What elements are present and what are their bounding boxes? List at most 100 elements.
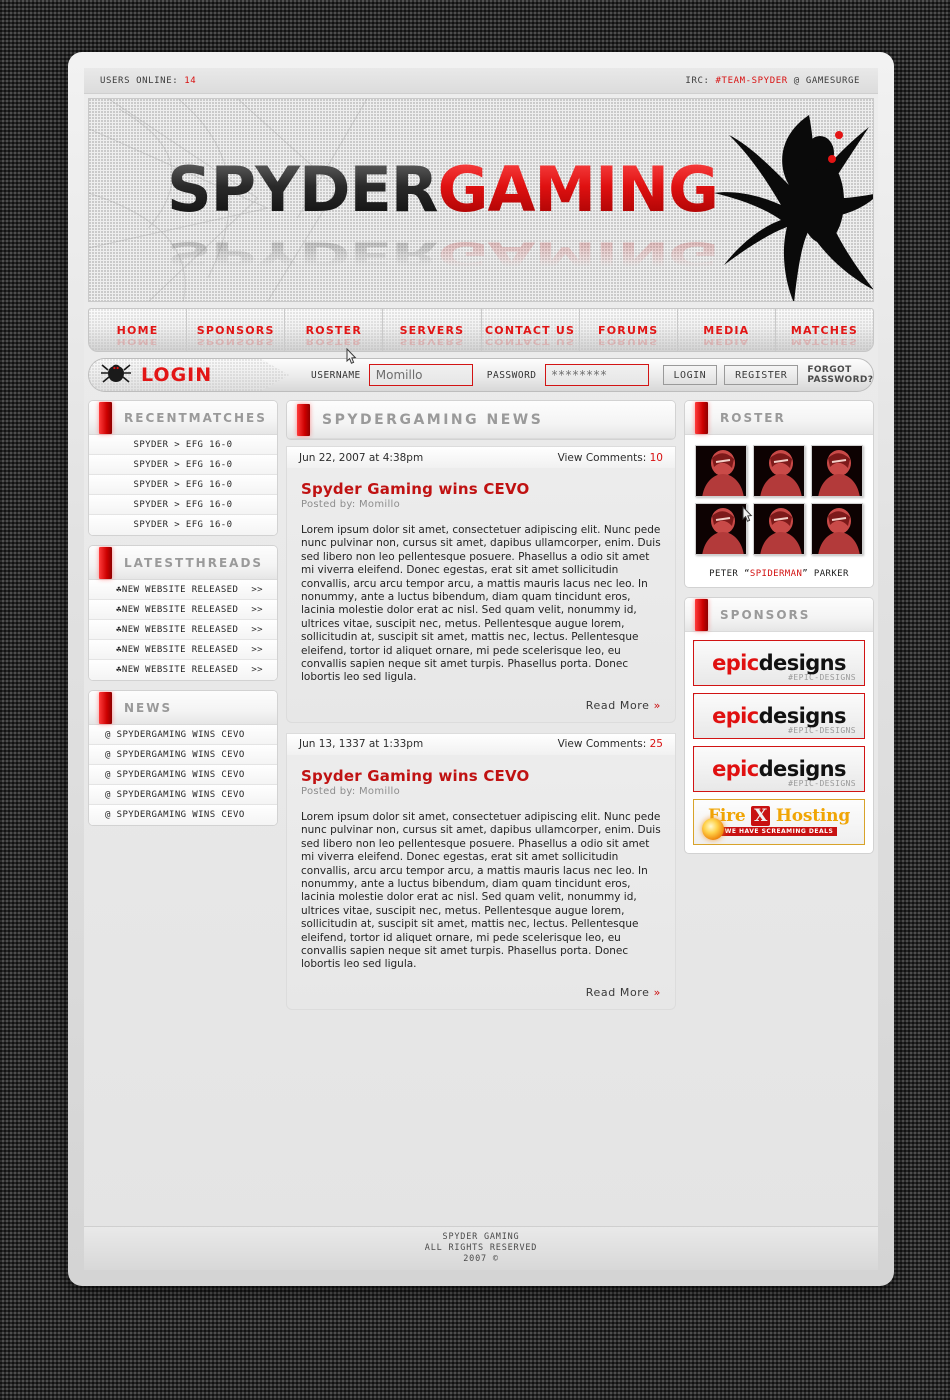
article-comments[interactable]: View Comments: 25	[558, 738, 663, 750]
red-bar-icon	[99, 546, 112, 579]
red-bar-icon	[99, 691, 112, 724]
article-comments[interactable]: View Comments: 10	[558, 452, 663, 464]
roster-avatar[interactable]	[811, 445, 863, 497]
chevron-double-right-icon: »	[653, 985, 661, 999]
spider-icon	[101, 364, 131, 383]
roster-avatar[interactable]	[695, 445, 747, 497]
nav-item-sponsors[interactable]: SPONSORS SPONSORS	[187, 309, 286, 351]
sponsor-logo-epic: epic	[712, 704, 759, 728]
login-button[interactable]: LOGIN	[662, 365, 718, 385]
list-item[interactable]: @ SPYDERGAMING WINS CEVO	[89, 765, 277, 785]
recent-matches-panel: RECENTMATCHES SPYDER > EFG 16-0 SPYDER >…	[88, 400, 278, 536]
site-footer: SPYDER GAMING ALL RIGHTS RESERVED 2007 ©	[84, 1226, 878, 1270]
sponsor-tagline: WE HAVE SCREAMING DEALS	[720, 827, 838, 836]
list-item[interactable]: SPYDER > EFG 16-0	[89, 435, 277, 455]
footer-line-2: ALL RIGHTS RESERVED	[424, 1243, 538, 1253]
red-bar-icon	[695, 401, 708, 434]
roster-avatar[interactable]	[695, 503, 747, 555]
sponsor-logo-x: X	[751, 806, 771, 826]
username-input[interactable]	[368, 364, 473, 386]
news-header: SPYDERGAMING NEWS	[287, 401, 675, 439]
read-more-link[interactable]: Read More »	[301, 986, 661, 999]
player-portrait	[812, 504, 862, 554]
nav-reflection-servers: SERVERS	[399, 336, 465, 347]
list-item[interactable]: @ SPYDERGAMING WINS CEVO	[89, 725, 277, 745]
username-label: USERNAME	[311, 369, 361, 381]
irc-label: IRC:	[685, 76, 710, 86]
article-date: Jun 22, 2007 at 4:38pm	[299, 451, 424, 464]
roster-panel: ROSTER PETER “SPIDERMAN” PARKER	[684, 400, 874, 588]
chevron-right-icon: >>	[251, 584, 263, 595]
forgot-password-link[interactable]: FORGOT PASSWORD?	[807, 365, 873, 385]
article-body: Spyder Gaming wins CEVO Posted by: Momil…	[286, 754, 676, 1010]
article-author: Posted by: Momillo	[301, 499, 401, 510]
list-item[interactable]: @ SPYDERGAMING WINS CEVO	[89, 805, 277, 825]
list-item[interactable]: ☘NEW WEBSITE RELEASED >>	[89, 600, 277, 620]
nav-item-contact-us[interactable]: CONTACT US CONTACT US	[482, 309, 580, 351]
list-item[interactable]: @ SPYDERGAMING WINS CEVO	[89, 785, 277, 805]
logo-reflection: SPYDERGAMING	[167, 234, 718, 274]
nav-item-matches[interactable]: MATCHES MATCHES	[776, 309, 873, 351]
news-panel-header: SPYDERGAMING NEWS	[286, 400, 676, 440]
news-list-title: NEWS	[124, 700, 173, 715]
sponsors-title: SPONSORS	[720, 607, 811, 622]
nav-item-forums[interactable]: FORUMS FORUMS	[580, 309, 678, 351]
nav-item-home[interactable]: HOME HOME	[89, 309, 188, 351]
irc-info: IRC: #TEAM-SPYDER @ GAMESURGE	[685, 76, 860, 86]
nav-item-roster[interactable]: ROSTER ROSTER	[285, 309, 384, 351]
read-more-link[interactable]: Read More »	[301, 699, 661, 712]
nav-item-media[interactable]: MEDIA MEDIA	[678, 309, 776, 351]
sponsor-banner-firexhosting[interactable]: Fire X Hosting WE HAVE SCREAMING DEALS	[693, 799, 865, 845]
news-list: @ SPYDERGAMING WINS CEVO @ SPYDERGAMING …	[89, 725, 277, 825]
page-inner: USERS ONLINE: 14 IRC: #TEAM-SPYDER @ GAM…	[84, 68, 878, 1270]
page-shell: USERS ONLINE: 14 IRC: #TEAM-SPYDER @ GAM…	[68, 52, 894, 1286]
roster-thumbnails	[685, 435, 873, 565]
logo-wrapper: SPYDERGAMING SPYDERGAMING	[167, 159, 719, 285]
news-article: Jun 22, 2007 at 4:38pm View Comments: 10…	[286, 446, 676, 723]
recent-matches-header: RECENTMATCHES	[89, 401, 277, 435]
article-date: Jun 13, 1337 at 1:33pm	[299, 738, 424, 751]
latest-threads-panel: LATESTTHREADS ☘NEW WEBSITE RELEASED >> ☘…	[88, 545, 278, 681]
sponsors-list: epicdesigns #EPIC-DESIGNS epicdesigns #E…	[685, 632, 873, 853]
roster-avatar[interactable]	[753, 503, 805, 555]
thread-label: ☘NEW WEBSITE RELEASED	[103, 580, 251, 600]
spider-eye-left	[828, 155, 836, 163]
news-section-title: SPYDERGAMING NEWS	[322, 411, 544, 428]
list-item[interactable]: ☘NEW WEBSITE RELEASED >>	[89, 580, 277, 600]
users-online-count: 14	[184, 76, 197, 86]
sponsor-logo-hosting: Hosting	[775, 806, 851, 826]
player-portrait	[754, 504, 804, 554]
sponsor-banner-epicdesigns[interactable]: epicdesigns #EPIC-DESIGNS	[693, 693, 865, 739]
article-title[interactable]: Spyder Gaming wins CEVO	[301, 480, 661, 498]
list-item[interactable]: SPYDER > EFG 16-0	[89, 455, 277, 475]
list-item[interactable]: ☘NEW WEBSITE RELEASED >>	[89, 640, 277, 660]
sponsor-banner-epicdesigns[interactable]: epicdesigns #EPIC-DESIGNS	[693, 746, 865, 792]
nav-label-home: HOME	[116, 323, 159, 337]
nav-reflection-home: HOME	[116, 336, 159, 347]
sponsor-banner-epicdesigns[interactable]: epicdesigns #EPIC-DESIGNS	[693, 640, 865, 686]
list-item[interactable]: @ SPYDERGAMING WINS CEVO	[89, 745, 277, 765]
list-item[interactable]: ☘NEW WEBSITE RELEASED >>	[89, 660, 277, 680]
list-item[interactable]: SPYDER > EFG 16-0	[89, 475, 277, 495]
sponsors-panel: SPONSORS epicdesigns #EPIC-DESIGNS epicd…	[684, 597, 874, 854]
nav-reflection-roster: ROSTER	[305, 336, 363, 347]
thread-label: ☘NEW WEBSITE RELEASED	[103, 620, 251, 640]
roster-avatar[interactable]	[811, 503, 863, 555]
register-button[interactable]: REGISTER	[724, 365, 799, 385]
roster-avatar[interactable]	[753, 445, 805, 497]
chevron-right-icon: >>	[251, 604, 263, 615]
password-input[interactable]	[544, 364, 649, 386]
list-item[interactable]: SPYDER > EFG 16-0	[89, 515, 277, 535]
thread-label: ☘NEW WEBSITE RELEASED	[103, 640, 251, 660]
article-title[interactable]: Spyder Gaming wins CEVO	[301, 767, 661, 785]
comments-label: View Comments:	[557, 451, 647, 464]
login-title: LOGIN	[141, 364, 213, 386]
irc-channel: #TEAM-SPYDER	[715, 76, 788, 86]
site-logo: SPYDERGAMING	[167, 159, 719, 221]
users-online: USERS ONLINE: 14	[100, 76, 196, 86]
list-item[interactable]: ☘NEW WEBSITE RELEASED >>	[89, 620, 277, 640]
latest-threads-header: LATESTTHREADS	[89, 546, 277, 580]
list-item[interactable]: SPYDER > EFG 16-0	[89, 495, 277, 515]
caption-nickname: SPIDERMAN	[749, 569, 803, 579]
nav-item-servers[interactable]: SERVERS SERVERS	[383, 309, 482, 351]
